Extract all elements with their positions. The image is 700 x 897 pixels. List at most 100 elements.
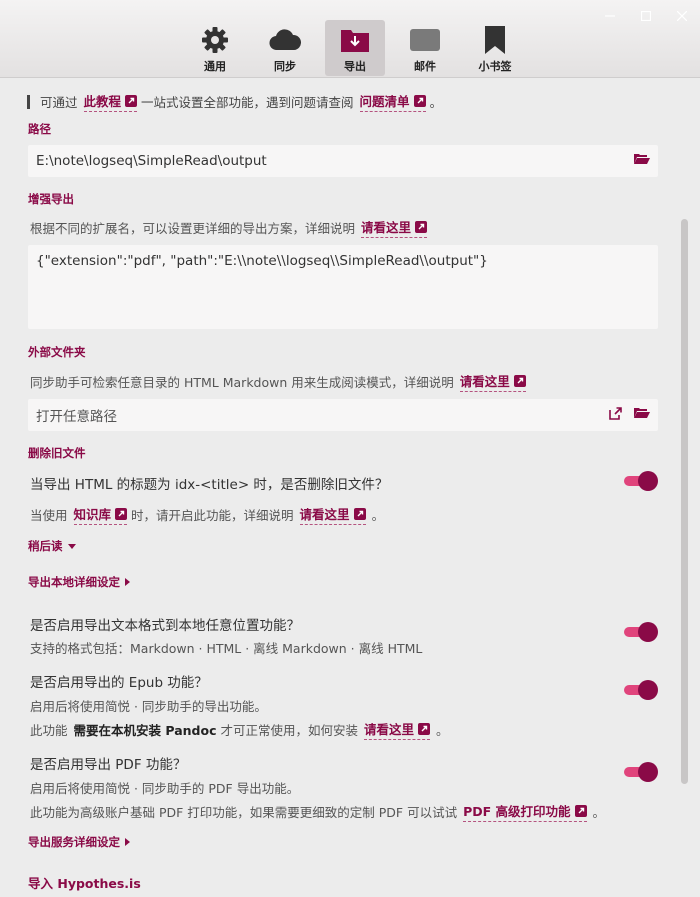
- pdf-export-question: 是否启用导出 PDF 功能？: [30, 757, 187, 773]
- intro-suffix: 。: [429, 95, 443, 110]
- open-external-icon[interactable]: [609, 406, 622, 424]
- path-input[interactable]: E:\note\logseq\SimpleRead\output: [28, 145, 658, 177]
- delete-old-toggle[interactable]: [624, 470, 658, 492]
- folder-open-icon[interactable]: [634, 407, 650, 423]
- external-link-icon: [353, 507, 366, 520]
- external-help-link[interactable]: 请看这里: [459, 371, 526, 392]
- mail-icon: [409, 24, 441, 56]
- local-export-label: 导出本地详细设定: [28, 575, 120, 589]
- enhanced-section-title: 增强导出: [28, 192, 74, 206]
- pdf-export-desc2: 此功能为高级账户基础 PDF 打印功能，如果需要更细致的定制 PDF 可以试试 …: [30, 801, 605, 822]
- faq-link-label: 问题清单: [359, 94, 410, 109]
- cloud-icon: [269, 24, 301, 56]
- external-link-icon: [418, 722, 431, 735]
- text-export-desc: 支持的格式包括：Markdown · HTML · 离线 Markdown · …: [30, 641, 423, 656]
- delete-old-desc-middle: 时，请开启此功能，详细说明: [131, 508, 294, 523]
- scrollbar-thumb[interactable]: [681, 219, 688, 784]
- pandoc-help-link[interactable]: 请看这里: [364, 719, 431, 740]
- path-section-title: 路径: [28, 122, 51, 136]
- external-link-icon: [574, 804, 587, 817]
- faq-link[interactable]: 问题清单: [359, 91, 426, 112]
- pdf-advanced-link[interactable]: PDF 高级打印功能: [463, 801, 587, 822]
- close-icon: [677, 11, 687, 21]
- pdf-desc2-text: 此功能为高级账户基础 PDF 打印功能，如果需要更细致的定制 PDF 可以试试: [30, 805, 458, 820]
- external-link-icon: [413, 94, 426, 107]
- hypothesis-section-title: 导入 Hypothes.is: [28, 876, 141, 891]
- service-export-label: 导出服务详细设定: [28, 835, 120, 849]
- tutorial-link-label: 此教程: [83, 94, 122, 109]
- enhanced-help-link-label: 请看这里: [361, 220, 412, 235]
- intro-line: 可通过 此教程 一站式设置全部功能，遇到问题请查阅 问题清单 。: [27, 91, 660, 112]
- epub-desc2-suffix: 。: [436, 723, 449, 738]
- tab-label: 邮件: [414, 60, 436, 73]
- toggle-knob: [638, 762, 658, 782]
- tab-label: 同步: [274, 60, 296, 73]
- external-desc-text: 同步助手可检索任意目录的 HTML Markdown 用来生成阅读模式，详细说明: [30, 375, 454, 390]
- enhanced-desc: 根据不同的扩展名，可以设置更详细的导出方案，详细说明 请看这里: [30, 217, 428, 238]
- local-export-settings-toggle[interactable]: 导出本地详细设定: [28, 574, 130, 590]
- toolbar-tabs: 通用 同步 导出 邮件 小书签: [185, 20, 525, 76]
- tab-sync[interactable]: 同步: [255, 20, 315, 76]
- settings-content[interactable]: 可通过 此教程 一站式设置全部功能，遇到问题请查阅 问题清单 。 路径 E:\n…: [0, 79, 690, 897]
- intro-middle: 一站式设置全部功能，遇到问题请查阅: [141, 95, 354, 110]
- delete-old-desc-suffix: 。: [371, 508, 385, 523]
- tab-mail[interactable]: 邮件: [395, 20, 455, 76]
- delete-old-help-link-label: 请看这里: [299, 507, 350, 522]
- external-link-icon: [115, 507, 128, 520]
- text-export-question: 是否启用导出文本格式到本地任意位置功能？: [30, 618, 300, 634]
- pandoc-requirement: 需要在本机安装 Pandoc: [73, 723, 217, 738]
- maximize-icon: [641, 11, 651, 21]
- tab-bookmark[interactable]: 小书签: [465, 20, 525, 76]
- external-path-input[interactable]: 打开任意路径: [28, 399, 658, 431]
- pdf-advanced-link-label: PDF 高级打印功能: [463, 804, 571, 819]
- text-export-toggle[interactable]: [624, 621, 658, 643]
- delete-old-desc: 当使用 知识库 时，请开启此功能，详细说明 请看这里 。: [30, 504, 384, 525]
- gear-icon: [199, 24, 231, 56]
- epub-export-desc2: 此功能 需要在本机安装 Pandoc 才可正常使用，如何安装 请看这里 。: [30, 719, 449, 740]
- maximize-button[interactable]: [628, 4, 664, 28]
- tab-label: 导出: [344, 60, 366, 73]
- knowledge-base-link-label: 知识库: [73, 507, 112, 522]
- epub-export-question: 是否启用导出的 Epub 功能？: [30, 675, 208, 691]
- enhanced-desc-text: 根据不同的扩展名，可以设置更详细的导出方案，详细说明: [30, 221, 356, 236]
- external-link-icon: [125, 94, 138, 107]
- knowledge-base-link[interactable]: 知识库: [73, 504, 128, 525]
- pdf-desc2-suffix: 。: [592, 805, 606, 820]
- external-help-link-label: 请看这里: [459, 374, 510, 389]
- pdf-export-toggle[interactable]: [624, 761, 658, 783]
- epub-export-desc1: 启用后将使用简悦 · 同步助手的导出功能。: [30, 699, 267, 714]
- enhanced-config-textarea[interactable]: {"extension":"pdf", "path":"E:\\note\\lo…: [28, 245, 658, 329]
- close-button[interactable]: [664, 4, 700, 28]
- external-section-title: 外部文件夹: [28, 345, 86, 359]
- caret-right-icon: [125, 578, 130, 586]
- minimize-button[interactable]: [592, 4, 628, 28]
- external-path-placeholder: 打开任意路径: [36, 409, 117, 425]
- minimize-icon: [605, 15, 615, 17]
- toggle-knob: [638, 471, 658, 491]
- folder-open-icon[interactable]: [634, 153, 650, 169]
- service-export-settings-toggle[interactable]: 导出服务详细设定: [28, 834, 130, 850]
- epub-export-toggle[interactable]: [624, 679, 658, 701]
- intro-prefix: 可通过: [40, 95, 78, 110]
- read-later-label: 稍后读: [28, 539, 63, 553]
- tutorial-link[interactable]: 此教程: [83, 91, 138, 112]
- title-bar: 通用 同步 导出 邮件 小书签: [0, 0, 700, 78]
- tab-export[interactable]: 导出: [325, 20, 385, 76]
- read-later-toggle[interactable]: 稍后读: [28, 538, 76, 554]
- delete-old-help-link[interactable]: 请看这里: [299, 504, 366, 525]
- pandoc-help-link-label: 请看这里: [364, 722, 415, 737]
- delete-old-question: 当导出 HTML 的标题为 idx-<title> 时，是否删除旧文件？: [30, 477, 389, 493]
- delete-old-desc-prefix: 当使用: [30, 508, 68, 523]
- window-controls: [592, 4, 700, 28]
- tab-label: 小书签: [478, 60, 512, 73]
- enhanced-help-link[interactable]: 请看这里: [361, 217, 428, 238]
- quote-bar: [27, 94, 30, 109]
- toggle-knob: [638, 622, 658, 642]
- caret-down-icon: [67, 543, 76, 549]
- folder-download-icon: [339, 24, 371, 56]
- external-desc: 同步助手可检索任意目录的 HTML Markdown 用来生成阅读模式，详细说明…: [30, 371, 526, 392]
- external-link-icon: [513, 374, 526, 387]
- epub-desc2-middle: 才可正常使用，如何安装: [220, 723, 358, 738]
- pdf-export-desc1: 启用后将使用简悦 · 同步助手的 PDF 导出功能。: [30, 781, 300, 796]
- tab-general[interactable]: 通用: [185, 20, 245, 76]
